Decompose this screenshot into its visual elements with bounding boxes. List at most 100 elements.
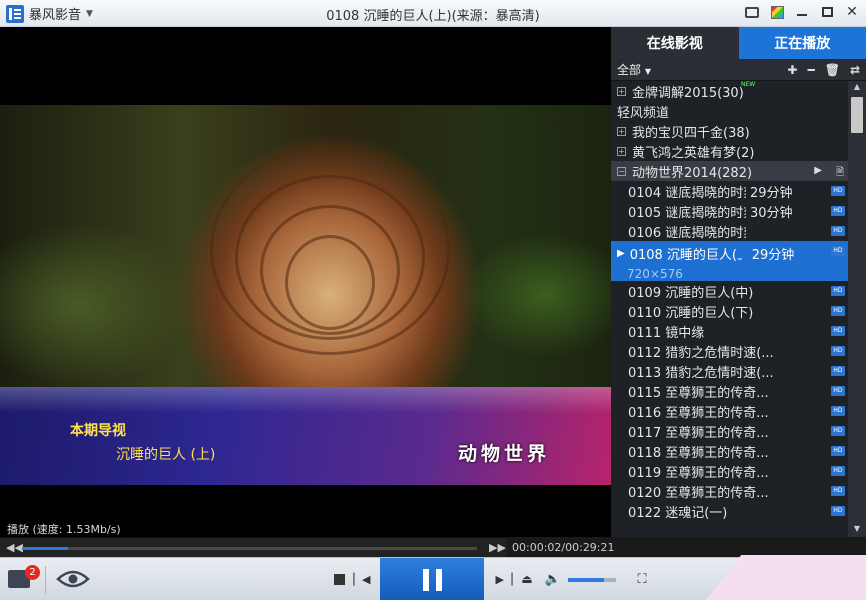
loop-icon[interactable]: ⇄ xyxy=(850,63,860,77)
hd-badge: HD xyxy=(831,326,845,336)
item-title: 0106 谜底揭晓的时刻(... xyxy=(628,225,746,241)
item-title: 0105 谜底揭晓的时刻(... xyxy=(628,205,746,221)
item-title: 0116 至尊狮王的传奇... xyxy=(628,405,769,421)
playlist-toolbar: 全部 ▼ ✚ ━ 🗑 ⇄ xyxy=(611,59,866,81)
close-icon: ✕ xyxy=(846,4,858,20)
divider xyxy=(45,566,46,594)
playlist-item[interactable]: 0116 至尊狮王的传奇... HD xyxy=(611,401,848,421)
next-button[interactable]: ▶▕ xyxy=(495,571,513,587)
window-title: 0108 沉睡的巨人(上)(来源：暴高清) xyxy=(326,9,540,24)
item-title: 0109 沉睡的巨人(中) xyxy=(628,285,754,301)
group-label: 轻风频道 xyxy=(617,105,670,121)
playlist-group-open[interactable]: − 动物世界2014(282) ▶ 🗎 xyxy=(611,161,848,181)
seek-track[interactable] xyxy=(22,547,477,550)
add-icon[interactable]: ✚ xyxy=(787,63,797,77)
hd-badge: HD xyxy=(831,366,845,376)
trash-icon[interactable]: 🗑 xyxy=(825,63,840,77)
playlist-item[interactable]: 0106 谜底揭晓的时刻(... HD xyxy=(611,221,848,241)
title-bar: 暴风影音 ▼ 0108 沉睡的巨人(上)(来源：暴高清) ✕ xyxy=(0,0,866,27)
skin-button[interactable] xyxy=(769,4,785,20)
playlist-item[interactable]: 0119 至尊狮王的传奇... HD xyxy=(611,461,848,481)
hd-badge: HD xyxy=(831,346,845,356)
playlist-item[interactable]: 0120 至尊狮王的传奇... HD xyxy=(611,481,848,501)
playing-icon: ▶ xyxy=(617,248,625,259)
item-title: 0110 沉睡的巨人(下) xyxy=(628,305,754,321)
playlist-tabs: 在线影视 正在播放 xyxy=(611,27,866,59)
eject-button[interactable]: ⏏ xyxy=(520,571,534,587)
volume-fill xyxy=(568,578,604,582)
playlist-scrollbar[interactable]: ▲ ▼ xyxy=(848,81,866,537)
hd-badge: HD xyxy=(831,246,845,256)
tab-online[interactable]: 在线影视 xyxy=(611,27,739,59)
eject-icon: ⏏ xyxy=(521,572,533,586)
close-button[interactable]: ✕ xyxy=(844,4,860,20)
next-icon: ▶▕ xyxy=(495,572,513,586)
hd-badge: HD xyxy=(831,486,845,496)
scroll-up-icon[interactable]: ▲ xyxy=(851,82,863,94)
rewind-icon[interactable]: ◀◀ xyxy=(6,541,23,554)
hd-badge: HD xyxy=(831,306,845,316)
hd-badge: HD xyxy=(831,226,845,236)
playlist-item[interactable]: 0115 至尊狮王的传奇... HD xyxy=(611,381,848,401)
playback-status: 播放 (速度: 1.53Mb/s) xyxy=(7,523,121,536)
maximize-button[interactable] xyxy=(819,4,835,20)
playlist-item[interactable]: 0113 猎豹之危情时速(... HD xyxy=(611,361,848,381)
group-label: 金牌调解2015(30) xyxy=(632,85,744,101)
tab-now-playing[interactable]: 正在播放 xyxy=(738,27,866,59)
expand-icon[interactable]: + xyxy=(617,126,626,136)
stop-button[interactable] xyxy=(332,571,346,587)
hd-badge: HD xyxy=(831,286,845,296)
seek-fill xyxy=(22,547,68,550)
playlist-item-selected[interactable]: ▶ 0108 沉睡的巨人(上) 29分钟 720×576 HD xyxy=(611,241,848,281)
expand-icon[interactable]: + xyxy=(617,146,626,156)
eye-icon[interactable] xyxy=(56,569,90,589)
playlist-item[interactable]: 0118 至尊狮王的传奇... HD xyxy=(611,441,848,461)
playlist-item[interactable]: 0122 迷魂记(一) HD xyxy=(611,501,848,521)
expand-icon[interactable]: + xyxy=(617,86,626,96)
item-title: 0113 猎豹之危情时速(... xyxy=(628,365,774,381)
minimize-button[interactable] xyxy=(794,4,810,20)
banner-subtitle: 沉睡的巨人 (上) xyxy=(116,447,216,463)
pause-button[interactable] xyxy=(380,558,484,600)
playlist-group[interactable]: + 金牌调解2015(30) NEW xyxy=(611,81,848,101)
playlist-group[interactable]: 轻风频道 xyxy=(611,101,848,121)
fullscreen-button[interactable]: ⛶ xyxy=(634,571,650,587)
item-resolution: 720×576 xyxy=(627,267,683,281)
pause-icon xyxy=(422,568,429,591)
playlist-item[interactable]: 0117 至尊狮王的传奇... HD xyxy=(611,421,848,441)
stop-icon xyxy=(333,573,345,585)
pause-icon xyxy=(435,568,442,591)
item-title: 0120 至尊狮王的传奇... xyxy=(628,485,769,501)
video-frame xyxy=(0,105,611,410)
skin-icon xyxy=(770,5,784,19)
previous-button[interactable]: ▏◀ xyxy=(354,571,371,587)
hd-badge: HD xyxy=(831,426,845,436)
filter-dropdown[interactable]: 全部 ▼ xyxy=(617,61,651,78)
scroll-thumb[interactable] xyxy=(851,97,863,133)
scroll-down-icon[interactable]: ▼ xyxy=(851,524,863,536)
group-label: 动物世界2014(282) xyxy=(632,165,753,181)
video-viewport[interactable]: 本期导视 沉睡的巨人 (上) 动物世界 播放 (速度: 1.53Mb/s) xyxy=(0,27,611,537)
item-title: 0108 沉睡的巨人(上) xyxy=(629,248,742,263)
remove-icon[interactable]: ━ xyxy=(807,63,814,77)
item-title: 0122 迷魂记(一) xyxy=(628,505,728,521)
playlist-group[interactable]: + 黄飞鸿之英雄有梦(2) xyxy=(611,141,848,161)
volume-slider[interactable] xyxy=(568,578,616,582)
fast-forward-icon[interactable]: ▶▶ xyxy=(489,541,506,554)
play-group-icon[interactable]: ▶ xyxy=(814,165,822,182)
playlist-item[interactable]: 0111 镜中缘 HD xyxy=(611,321,848,341)
speaker-icon: 🔈 xyxy=(544,571,562,587)
playlist-item[interactable]: 0109 沉睡的巨人(中) HD xyxy=(611,281,848,301)
playlist-item[interactable]: 0105 谜底揭晓的时刻(...30分钟 HD xyxy=(611,201,848,221)
item-duration: 30分钟 xyxy=(750,205,793,221)
playlist-group[interactable]: + 我的宝贝四千金(38) xyxy=(611,121,848,141)
playlist: + 金牌调解2015(30) NEW 轻风频道 + 我的宝贝四千金(38) + … xyxy=(611,81,848,537)
message-icon xyxy=(745,6,759,18)
playlist-item[interactable]: 0112 猎豹之危情时速(... HD xyxy=(611,341,848,361)
collapse-icon[interactable]: − xyxy=(617,166,626,176)
message-button[interactable] xyxy=(744,4,760,20)
document-icon[interactable]: 🗎 xyxy=(836,165,844,182)
volume-button[interactable]: 🔈 xyxy=(545,571,561,587)
playlist-item[interactable]: 0104 谜底揭晓的时刻(...29分钟 HD xyxy=(611,181,848,201)
playlist-item[interactable]: 0110 沉睡的巨人(下) HD xyxy=(611,301,848,321)
